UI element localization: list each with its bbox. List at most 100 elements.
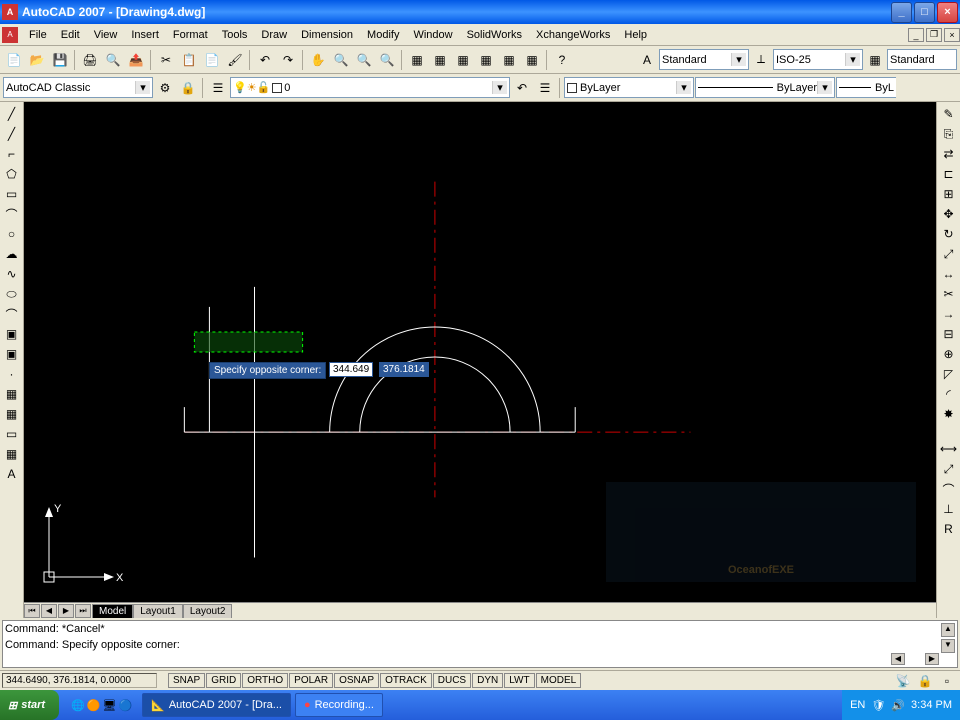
lineweight-combo[interactable]: ByL — [836, 77, 896, 98]
clock[interactable]: 3:34 PM — [911, 699, 952, 711]
menu-xchangeworks[interactable]: XchangeWorks — [529, 26, 617, 44]
pline-icon[interactable]: ⌐ — [2, 144, 22, 164]
copy-icon[interactable]: 📋 — [178, 49, 200, 71]
model-toggle[interactable]: MODEL — [536, 673, 582, 688]
trim-icon[interactable]: ✂ — [939, 284, 959, 304]
spline-icon[interactable]: ∿ — [2, 264, 22, 284]
ql-app-icon[interactable]: 🔵 — [118, 699, 132, 712]
new-icon[interactable]: 📄 — [3, 49, 25, 71]
paste-icon[interactable]: 📄 — [201, 49, 223, 71]
gradient-icon[interactable]: ▦ — [2, 404, 22, 424]
snap-toggle[interactable]: SNAP — [168, 673, 205, 688]
layer-manager-icon[interactable]: ☰ — [207, 77, 229, 99]
chamfer-icon[interactable]: ◸ — [939, 364, 959, 384]
break-icon[interactable]: ⊟ — [939, 324, 959, 344]
xline-icon[interactable]: ╱ — [2, 124, 22, 144]
maximize-button[interactable]: □ — [914, 2, 935, 23]
cut-icon[interactable]: ✂ — [155, 49, 177, 71]
erase-icon[interactable]: ✎ — [939, 104, 959, 124]
zoom-rt-icon[interactable]: 🔍 — [330, 49, 352, 71]
tablestyle-icon[interactable]: ▦ — [864, 49, 886, 71]
linetype-combo[interactable]: ByLayer▾ — [695, 77, 835, 98]
cmd-scroll-up[interactable]: ▲ — [941, 623, 955, 637]
stretch-icon[interactable]: ↔ — [939, 264, 959, 284]
menu-help[interactable]: Help — [617, 26, 654, 44]
menu-solidworks[interactable]: SolidWorks — [460, 26, 529, 44]
ellipse-icon[interactable]: ⬭ — [2, 284, 22, 304]
workspace-combo[interactable]: AutoCAD Classic▾ — [3, 77, 153, 98]
dim-ord-icon[interactable]: ⊥ — [939, 499, 959, 519]
cmd-scroll-left[interactable]: ◀ — [891, 653, 905, 665]
preview-icon[interactable]: 🔍 — [102, 49, 124, 71]
doc-minimize[interactable]: _ — [908, 28, 924, 42]
insert-icon[interactable]: ▣ — [2, 324, 22, 344]
grid-toggle[interactable]: GRID — [206, 673, 241, 688]
lwt-toggle[interactable]: LWT — [504, 673, 534, 688]
task-recording[interactable]: ●Recording... — [295, 693, 383, 717]
hatch-icon[interactable]: ▦ — [2, 384, 22, 404]
dyn-toggle[interactable]: DYN — [472, 673, 503, 688]
menu-draw[interactable]: Draw — [254, 26, 294, 44]
otrack-toggle[interactable]: OTRACK — [380, 673, 432, 688]
move-icon[interactable]: ✥ — [939, 204, 959, 224]
layer-prev-icon[interactable]: ↶ — [511, 77, 533, 99]
start-button[interactable]: ⊞start — [0, 690, 59, 720]
extend-icon[interactable]: → — [939, 304, 959, 324]
textstyle-icon[interactable]: A — [636, 49, 658, 71]
layer-states-icon[interactable]: ☰ — [534, 77, 556, 99]
save-icon[interactable]: 💾 — [49, 49, 71, 71]
rectangle-icon[interactable]: ▭ — [2, 184, 22, 204]
menu-modify[interactable]: Modify — [360, 26, 406, 44]
coord-y-input[interactable]: 376.1814 — [379, 362, 429, 377]
redo-icon[interactable]: ↷ — [277, 49, 299, 71]
menu-edit[interactable]: Edit — [54, 26, 87, 44]
help-icon[interactable]: ? — [551, 49, 573, 71]
ql-media-icon[interactable]: 🟠 — [87, 699, 101, 712]
table-style-combo[interactable]: Standard — [887, 49, 957, 70]
tab-model[interactable]: Model — [92, 604, 133, 618]
sheet-icon[interactable]: ▦ — [475, 49, 497, 71]
dim-rad-icon[interactable]: R — [939, 519, 959, 539]
point-icon[interactable]: · — [2, 364, 22, 384]
array-icon[interactable]: ⊞ — [939, 184, 959, 204]
toolbar-lock-icon[interactable]: 🔒 — [177, 77, 199, 99]
task-autocad[interactable]: 📐AutoCAD 2007 - [Dra... — [142, 693, 291, 717]
tab-next[interactable]: ▶ — [58, 604, 74, 618]
ql-desktop-icon[interactable]: 🖥 — [102, 699, 116, 712]
menu-file[interactable]: File — [22, 26, 54, 44]
comm-icon[interactable]: 📡 — [892, 670, 914, 692]
coordinate-display[interactable]: 344.6490, 376.1814, 0.0000 — [2, 673, 157, 688]
tray-shield-icon[interactable]: 🛡 — [871, 699, 885, 712]
drawing-canvas[interactable]: Specify opposite corner: 344.649 376.181… — [24, 102, 936, 602]
scale-icon[interactable]: ⤢ — [939, 244, 959, 264]
calc-icon[interactable]: ▦ — [521, 49, 543, 71]
cmd-scroll-down[interactable]: ▼ — [941, 639, 955, 653]
copy-obj-icon[interactable]: ⎘ — [939, 124, 959, 144]
coord-x-input[interactable]: 344.649 — [329, 362, 373, 377]
minimize-button[interactable]: _ — [891, 2, 912, 23]
ortho-toggle[interactable]: ORTHO — [242, 673, 288, 688]
tab-layout1[interactable]: Layout1 — [133, 604, 183, 618]
tray-vol-icon[interactable]: 🔊 — [891, 699, 905, 712]
table-icon[interactable]: ▦ — [2, 444, 22, 464]
dim-linear-icon[interactable]: ⟷ — [939, 439, 959, 459]
layer-combo[interactable]: 💡☀🔓 0▾ — [230, 77, 510, 98]
tab-last[interactable]: ⏭ — [75, 604, 91, 618]
dim-aligned-icon[interactable]: ⤢ — [939, 459, 959, 479]
join-icon[interactable]: ⊕ — [939, 344, 959, 364]
undo-icon[interactable]: ↶ — [254, 49, 276, 71]
workspace-settings-icon[interactable]: ⚙ — [154, 77, 176, 99]
offset-icon[interactable]: ⊏ — [939, 164, 959, 184]
doc-close[interactable]: × — [944, 28, 960, 42]
close-button[interactable]: × — [937, 2, 958, 23]
plot-icon[interactable]: 🖨 — [79, 49, 101, 71]
polar-toggle[interactable]: POLAR — [289, 673, 333, 688]
menu-format[interactable]: Format — [166, 26, 215, 44]
line-icon[interactable]: ╱ — [2, 104, 22, 124]
command-window[interactable]: Command: *Cancel* Command: Specify oppos… — [2, 620, 958, 668]
arc-icon[interactable]: ⌒ — [2, 204, 22, 224]
cmd-scroll-right[interactable]: ▶ — [925, 653, 939, 665]
match-icon[interactable]: 🖌 — [224, 49, 246, 71]
zoom-win-icon[interactable]: 🔍 — [353, 49, 375, 71]
dimstyle-icon[interactable]: ⟂ — [750, 49, 772, 71]
